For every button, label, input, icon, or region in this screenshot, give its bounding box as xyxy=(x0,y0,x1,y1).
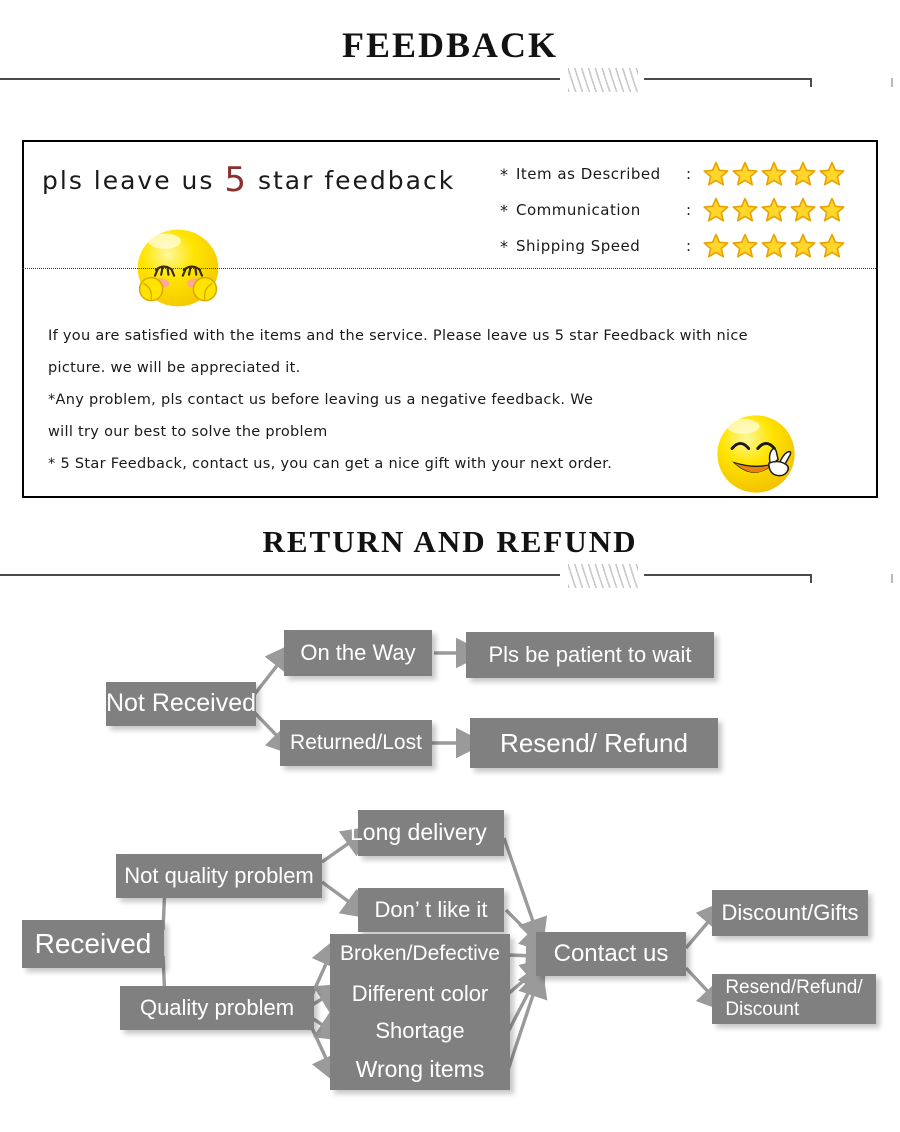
flow-node-label: Contact us xyxy=(553,939,669,967)
divider-line-right xyxy=(644,78,812,80)
star-icon xyxy=(790,233,816,258)
page-title-return-refund: RETURN AND REFUND xyxy=(262,524,638,559)
star-icon xyxy=(819,161,845,186)
flow-node-label: Long delivery xyxy=(350,819,487,846)
rating-stars xyxy=(702,196,846,224)
divider-line-left xyxy=(0,78,560,80)
flow-node-received: Received xyxy=(22,920,164,968)
divider-tick-far xyxy=(891,574,893,583)
star-icon xyxy=(761,197,787,222)
rating-colon: : xyxy=(686,237,692,255)
star-icon xyxy=(790,161,816,186)
star-icon xyxy=(761,161,787,186)
headline-prefix: pls leave us xyxy=(42,166,225,195)
flow-node-label: On the Way xyxy=(300,639,416,665)
divider-line-left xyxy=(0,574,560,576)
rating-row: * Shipping Speed: xyxy=(500,228,872,264)
ratings-list: * Item as Described: * Communication: * Shipp… xyxy=(500,156,872,264)
divider-line-right xyxy=(644,574,812,576)
star-icon xyxy=(732,161,758,186)
star-icon xyxy=(703,161,729,186)
flow-node-label: Not quality problem xyxy=(124,862,314,888)
rating-label: Communication xyxy=(516,201,641,219)
flow-node-label: Quality problem xyxy=(139,994,295,1020)
star-icon xyxy=(819,197,845,222)
flow-node-not-quality: Not quality problem xyxy=(116,854,322,898)
star-icon xyxy=(703,197,729,222)
rating-stars xyxy=(702,232,846,260)
flow-node-label: Not Received xyxy=(105,689,257,718)
flow-node-label: Don’ t like it xyxy=(374,896,488,922)
flow-node-quality-problem: Quality problem xyxy=(120,986,314,1030)
feedback-body-line: picture. we will be appreciated it. xyxy=(48,360,301,376)
divider-hatch xyxy=(568,564,638,588)
rating-stars xyxy=(702,160,846,188)
flow-node-returned-lost: Returned/Lost xyxy=(280,720,432,766)
star-icon xyxy=(761,233,787,258)
flow-node-label: Broken/Defective xyxy=(340,942,500,966)
star-icon xyxy=(819,233,845,258)
flow-node-label: Pls be patient to wait xyxy=(488,641,692,667)
flow-node-broken-defective: Broken/Defective xyxy=(330,934,510,974)
divider-return-refund xyxy=(0,560,900,590)
bullet-asterisk: * xyxy=(500,164,508,184)
star-icon xyxy=(732,197,758,222)
divider-tick xyxy=(810,78,812,87)
flow-node-on-the-way: On the Way xyxy=(284,630,432,676)
rating-label: Shipping Speed xyxy=(516,237,641,255)
feedback-panel: pls leave us 5 star feedback * Item as De… xyxy=(22,140,878,498)
flow-node-label: Wrong items xyxy=(355,1056,485,1083)
flow-node-contact-us: Contact us xyxy=(536,932,686,976)
star-icon xyxy=(703,233,729,258)
flow-node-wrong-items: Wrong items xyxy=(330,1050,510,1090)
feedback-body-line: If you are satisfied with the items and … xyxy=(48,328,748,344)
rating-row: * Item as Described: xyxy=(500,156,872,192)
flow-node-resend-refund: Resend/ Refund xyxy=(470,718,718,768)
headline-star-count: 5 xyxy=(224,160,249,200)
flow-node-pls-be-patient: Pls be patient to wait xyxy=(466,632,714,678)
bullet-asterisk: * xyxy=(500,200,508,220)
flow-node-shortage: Shortage xyxy=(330,1012,510,1050)
flow-node-label: Different color xyxy=(351,980,489,1006)
bullet-asterisk: * xyxy=(500,236,508,256)
rating-label: Item as Described xyxy=(516,165,661,183)
rating-row: * Communication: xyxy=(500,192,872,228)
divider-feedback xyxy=(0,64,900,94)
flow-node-label: Returned/Lost xyxy=(290,731,422,755)
star-icon xyxy=(790,197,816,222)
flow-node-different-color: Different color xyxy=(330,974,510,1014)
flow-node-resend-refund-discount: Resend/Refund/Discount xyxy=(712,974,876,1024)
page-title-feedback: FEEDBACK xyxy=(341,25,559,65)
flow-node-label: Discount/Gifts xyxy=(721,899,859,925)
feedback-headline: pls leave us 5 star feedback xyxy=(42,160,455,200)
star-icon xyxy=(732,233,758,258)
flow-node-label: Shortage xyxy=(375,1017,465,1043)
flow-node-discount-gifts: Discount/Gifts xyxy=(712,890,868,936)
return-refund-flowchart: Not Received On the Way Pls be patient to … xyxy=(0,600,900,1120)
divider-hatch xyxy=(568,68,638,92)
divider-tick xyxy=(810,574,812,583)
flow-node-dont-like-it: Don’ t like it xyxy=(358,888,504,932)
laughing-face-peace-sign-emoji xyxy=(710,408,802,500)
flow-node-long-delivery: Long delivery xyxy=(350,810,504,856)
feedback-inner-divider xyxy=(22,268,878,269)
flow-node-label: Resend/Refund/Discount xyxy=(725,977,863,1020)
divider-tick-far xyxy=(891,78,893,87)
flow-node-label: Resend/ Refund xyxy=(500,727,688,758)
rating-colon: : xyxy=(686,201,692,219)
rating-colon: : xyxy=(686,165,692,183)
headline-suffix: star feedback xyxy=(248,166,456,195)
flow-node-not-received: Not Received xyxy=(106,682,256,726)
flow-node-label: Received xyxy=(34,927,152,959)
